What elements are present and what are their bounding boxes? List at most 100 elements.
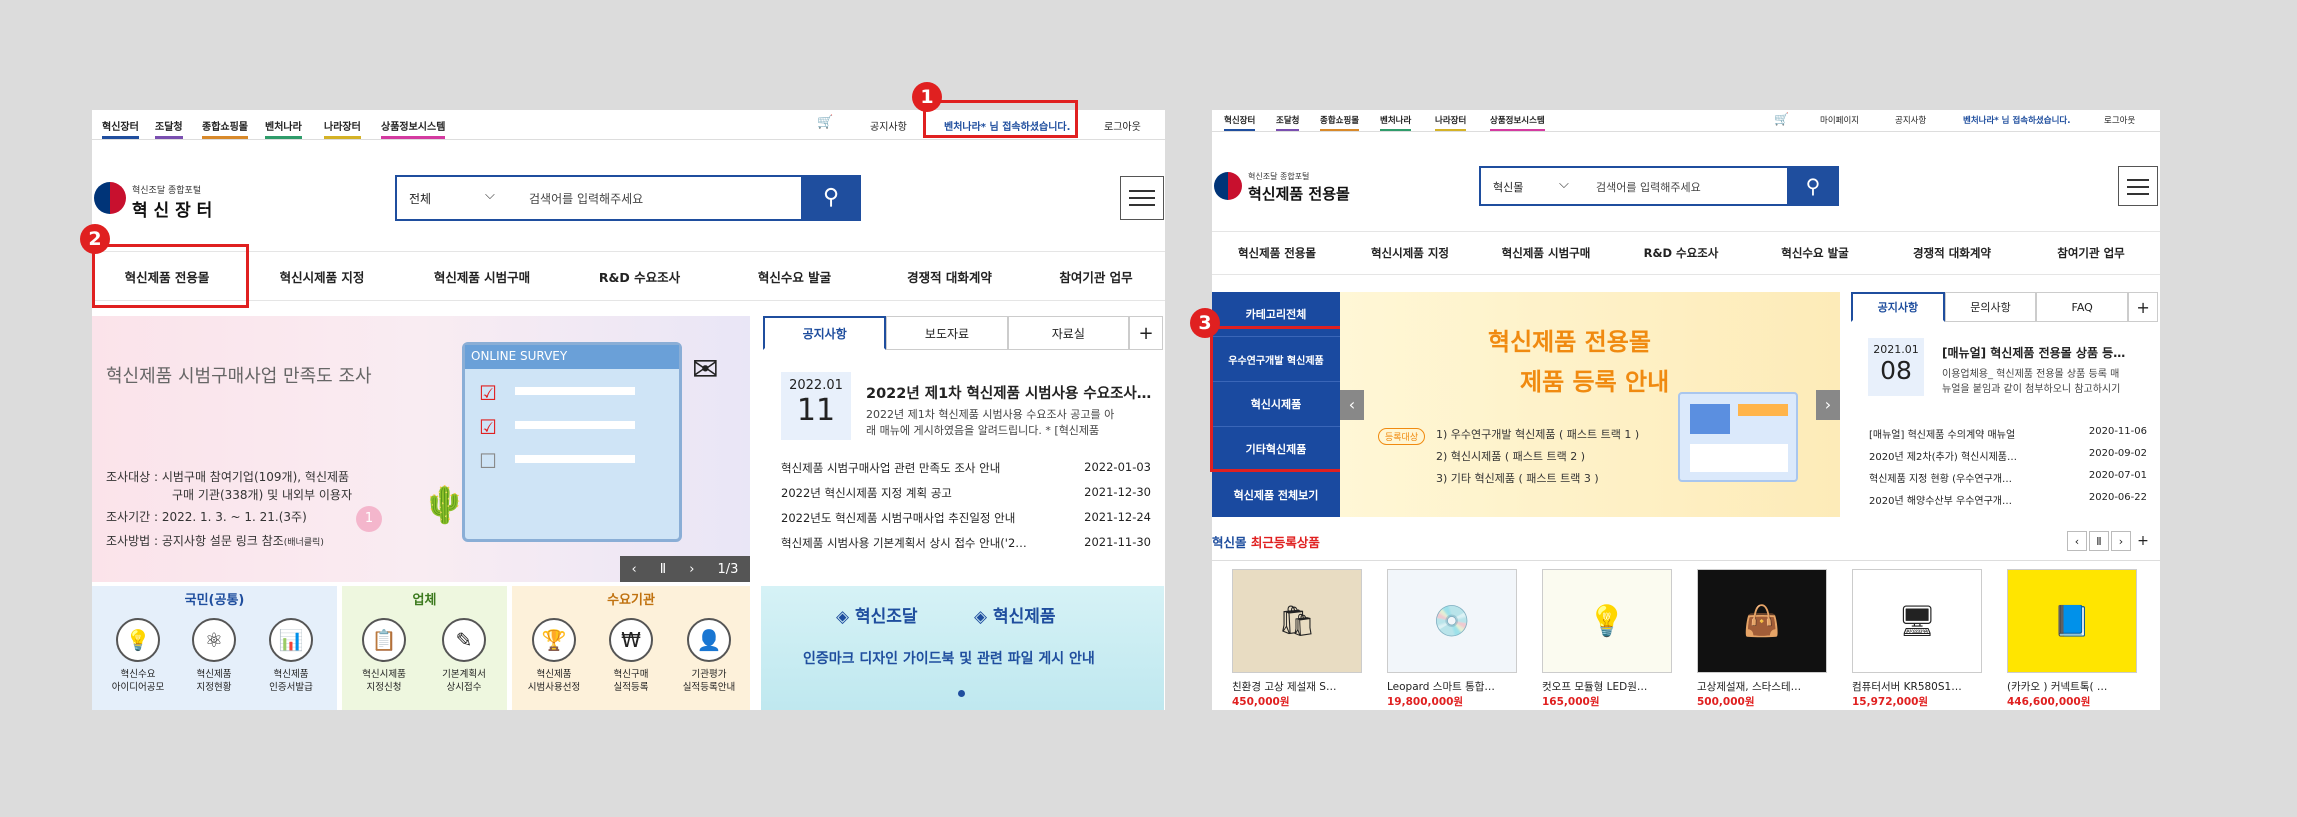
nav-demand-discovery[interactable]: 혁신수요 발굴 [717,252,872,300]
pause-icon[interactable]: Ⅱ [660,562,666,577]
quick-prototype-apply[interactable]: 📋 혁신시제품 지정신청 [348,618,420,694]
nav-pilot-purchase[interactable]: 혁신제품 시범구매 [402,252,562,300]
notice-tabs: 공지사항 문의사항 FAQ + [1851,292,2159,322]
logout-link[interactable]: 로그아웃 [2104,114,2135,126]
quick-idea[interactable]: 💡 혁신수요 아이디어공모 [102,618,174,694]
survey-banner[interactable]: 혁신제품 시범구매사업 만족도 조사 ONLINE SURVEY ☑ ☑ ☐ 🌵… [92,316,750,582]
topnav-nara-market[interactable]: 나라장터 [324,118,361,139]
logo[interactable]: 혁신조달 종합포털 혁 신 장 터 [94,180,214,221]
topnav-venture-nara[interactable]: 벤처나라 [1380,114,1412,131]
more-icon[interactable]: + [1128,316,1163,350]
promo-banner[interactable]: ◈ 혁신조달 ◈ 혁신제품 인증마크 디자인 가이드북 및 관련 파일 게시 안… [761,586,1164,710]
pause-icon[interactable]: Ⅱ [2089,531,2109,551]
cart-icon[interactable]: 🛒 [817,115,833,130]
search-scope-select[interactable]: 전체 [409,190,431,207]
nav-prototype-designation[interactable]: 혁신시제품 지정 [1342,232,1478,274]
quick-pilot-select[interactable]: 🏆 혁신제품 시범사용선정 [516,618,592,694]
product-card[interactable]: 💿 Leopard 스마트 통합… 19,800,000원 [1387,569,1517,709]
search-scope-select[interactable]: 혁신몰 [1493,179,1523,195]
product-card[interactable]: 👜 고상제설재, 스타스테… 500,000원 [1697,569,1827,709]
topnav-venture-nara[interactable]: 벤처나라 [265,118,302,139]
more-icon[interactable]: + [2128,292,2159,322]
nav-pilot-purchase[interactable]: 혁신제품 시범구매 [1478,232,1614,274]
news-item[interactable]: 2020년 해양수산부 우수연구개… 2020-06-22 [1869,492,2147,507]
quick-plan-submit[interactable]: ✎ 기본계획서 상시접수 [428,618,500,694]
shield-icon: ◈ [974,607,993,627]
product-card[interactable]: 💡 컷오프 모듈형 LED원… 165,000원 [1542,569,1672,709]
product-card[interactable]: 🛍 친환경 고상 제설재 S… 450,000원 [1232,569,1362,709]
product-card[interactable]: 📘 (카카오 ) 커넥트톡( … 446,600,000원 [2007,569,2137,709]
registration-banner[interactable]: ‹ › 혁신제품 전용몰 제품 등록 안내 등록대상 1) 우수연구개발 혁신제… [1340,292,1840,517]
product-card[interactable]: 🖥 컴퓨터서버 KR580S1… 15,972,000원 [1852,569,1982,709]
news-item[interactable]: 혁신제품 시범사용 기본계획서 상시 접수 안내('2… 2021-11-30 [781,535,1151,551]
nav-agency-work[interactable]: 참여기관 업무 [1027,252,1165,300]
news-item[interactable]: 혁신제품 지정 현황 (우수연구개… 2020-07-01 [1869,470,2147,485]
search-input[interactable]: 검색어를 입력해주세요 [529,190,643,207]
nav-innovation-mall[interactable]: 혁신제품 전용몰 [1212,232,1342,274]
nav-agency-work[interactable]: 참여기관 업무 [2022,232,2160,274]
software-box-icon: 💿 [1387,569,1517,673]
mypage-link[interactable]: 마이페이지 [1820,114,1859,126]
prev-icon[interactable]: ‹ [1340,390,1364,420]
news-item[interactable]: 2020년 제2차(추가) 혁신시제품… 2020-09-02 [1869,448,2147,463]
nav-rd-survey[interactable]: R&D 수요조사 [1614,232,1748,274]
menu-button[interactable] [1120,176,1164,220]
topnav-innovation-market[interactable]: 혁신장터 [1224,114,1256,131]
nav-competitive-dialogue[interactable]: 경쟁적 대화계약 [872,252,1027,300]
side-view-all[interactable]: 혁신제품 전체보기 [1212,472,1340,517]
bag-icon: 👜 [1697,569,1827,673]
checkbox-icon: ☑ [479,415,497,439]
tab-archive[interactable]: 자료실 [1007,316,1129,350]
topnav-product-info[interactable]: 상품정보시스템 [1490,114,1545,131]
tab-faq[interactable]: FAQ [2036,292,2129,322]
news-item[interactable]: 2022년 혁신시제품 지정 계획 공고 2021-12-30 [781,485,1151,501]
nav-competitive-dialogue[interactable]: 경쟁적 대화계약 [1882,232,2022,274]
atom-icon: ⚛ [192,618,236,662]
topnav-innovation-market[interactable]: 혁신장터 [102,118,139,139]
more-icon[interactable]: + [2133,531,2153,551]
prev-icon[interactable]: ‹ [2067,531,2087,551]
quick-purchase-record[interactable]: ₩ 혁신구매 실적등록 [594,618,668,694]
next-icon[interactable]: › [2111,531,2131,551]
search-button[interactable]: ⚲ [1787,166,1839,206]
chevron-down-icon[interactable]: ⌵ [1559,177,1569,192]
quick-links: 국민(공통) 💡 혁신수요 아이디어공모 ⚛ 혁신제품 지정현황 📊 혁신제품 인증서발급 … [92,586,750,710]
cart-icon[interactable]: 🛒 [1774,112,1789,126]
search-button[interactable]: ⚲ [801,175,861,221]
featured-title[interactable]: 2022년 제1차 혁신제품 시범사용 수요조사… [866,382,1151,403]
next-icon[interactable]: › [1816,390,1840,420]
tab-inquiry[interactable]: 문의사항 [1944,292,2037,322]
topnav-nara-market[interactable]: 나라장터 [1435,114,1467,131]
taegeuk-logo-icon [94,182,126,214]
topnav-product-info[interactable]: 상품정보시스템 [381,118,446,139]
search-input[interactable]: 검색어를 입력해주세요 [1596,179,1701,195]
tab-press[interactable]: 보도자료 [886,316,1008,350]
next-icon[interactable]: › [689,562,694,577]
news-item[interactable]: [매뉴얼] 혁신제품 수의계약 매뉴얼 2020-11-06 [1869,426,2147,441]
slide-dot[interactable] [958,690,965,697]
prev-icon[interactable]: ‹ [632,562,637,577]
topnav-shopping-mall[interactable]: 종합쇼핑몰 [1320,114,1360,131]
logout-link[interactable]: 로그아웃 [1104,118,1141,133]
nav-demand-discovery[interactable]: 혁신수요 발굴 [1748,232,1882,274]
featured-desc-1: 이용업체용_ 혁신제품 전용몰 상품 등록 매 [1942,369,2120,380]
nav-prototype-designation[interactable]: 혁신시제품 지정 [242,252,402,300]
topnav-pps[interactable]: 조달청 [155,118,183,139]
chevron-down-icon[interactable]: ⌵ [485,188,495,203]
innovation-mall-homepage: 혁신장터 조달청 종합쇼핑몰 벤처나라 나라장터 상품정보시스템 🛒 마이페이지… [1190,110,2160,710]
featured-title[interactable]: [매뉴얼] 혁신제품 전용몰 상품 등… [1942,344,2125,361]
notice-link[interactable]: 공지사항 [870,118,907,133]
logo[interactable]: 혁신조달 종합포털 혁신제품 전용몰 [1214,170,1364,204]
quick-designation-status[interactable]: ⚛ 혁신제품 지정현황 [178,618,250,694]
nav-rd-survey[interactable]: R&D 수요조사 [562,252,717,300]
menu-button[interactable] [2118,166,2158,206]
quick-eval-guide[interactable]: 👤 기관평가 실적등록안내 [670,618,748,694]
topnav-shopping-mall[interactable]: 종합쇼핑몰 [202,118,248,139]
quick-certificate[interactable]: 📊 혁신제품 인증서발급 [255,618,327,694]
tab-notice[interactable]: 공지사항 [1851,292,1945,322]
news-item[interactable]: 2022년도 혁신제품 시범구매사업 추진일정 안내 2021-12-24 [781,510,1151,526]
tab-notice[interactable]: 공지사항 [763,316,887,350]
news-item[interactable]: 혁신제품 시범구매사업 관련 만족도 조사 안내 2022-01-03 [781,460,1151,476]
topnav-pps[interactable]: 조달청 [1276,114,1300,131]
notice-link[interactable]: 공지사항 [1895,114,1926,126]
